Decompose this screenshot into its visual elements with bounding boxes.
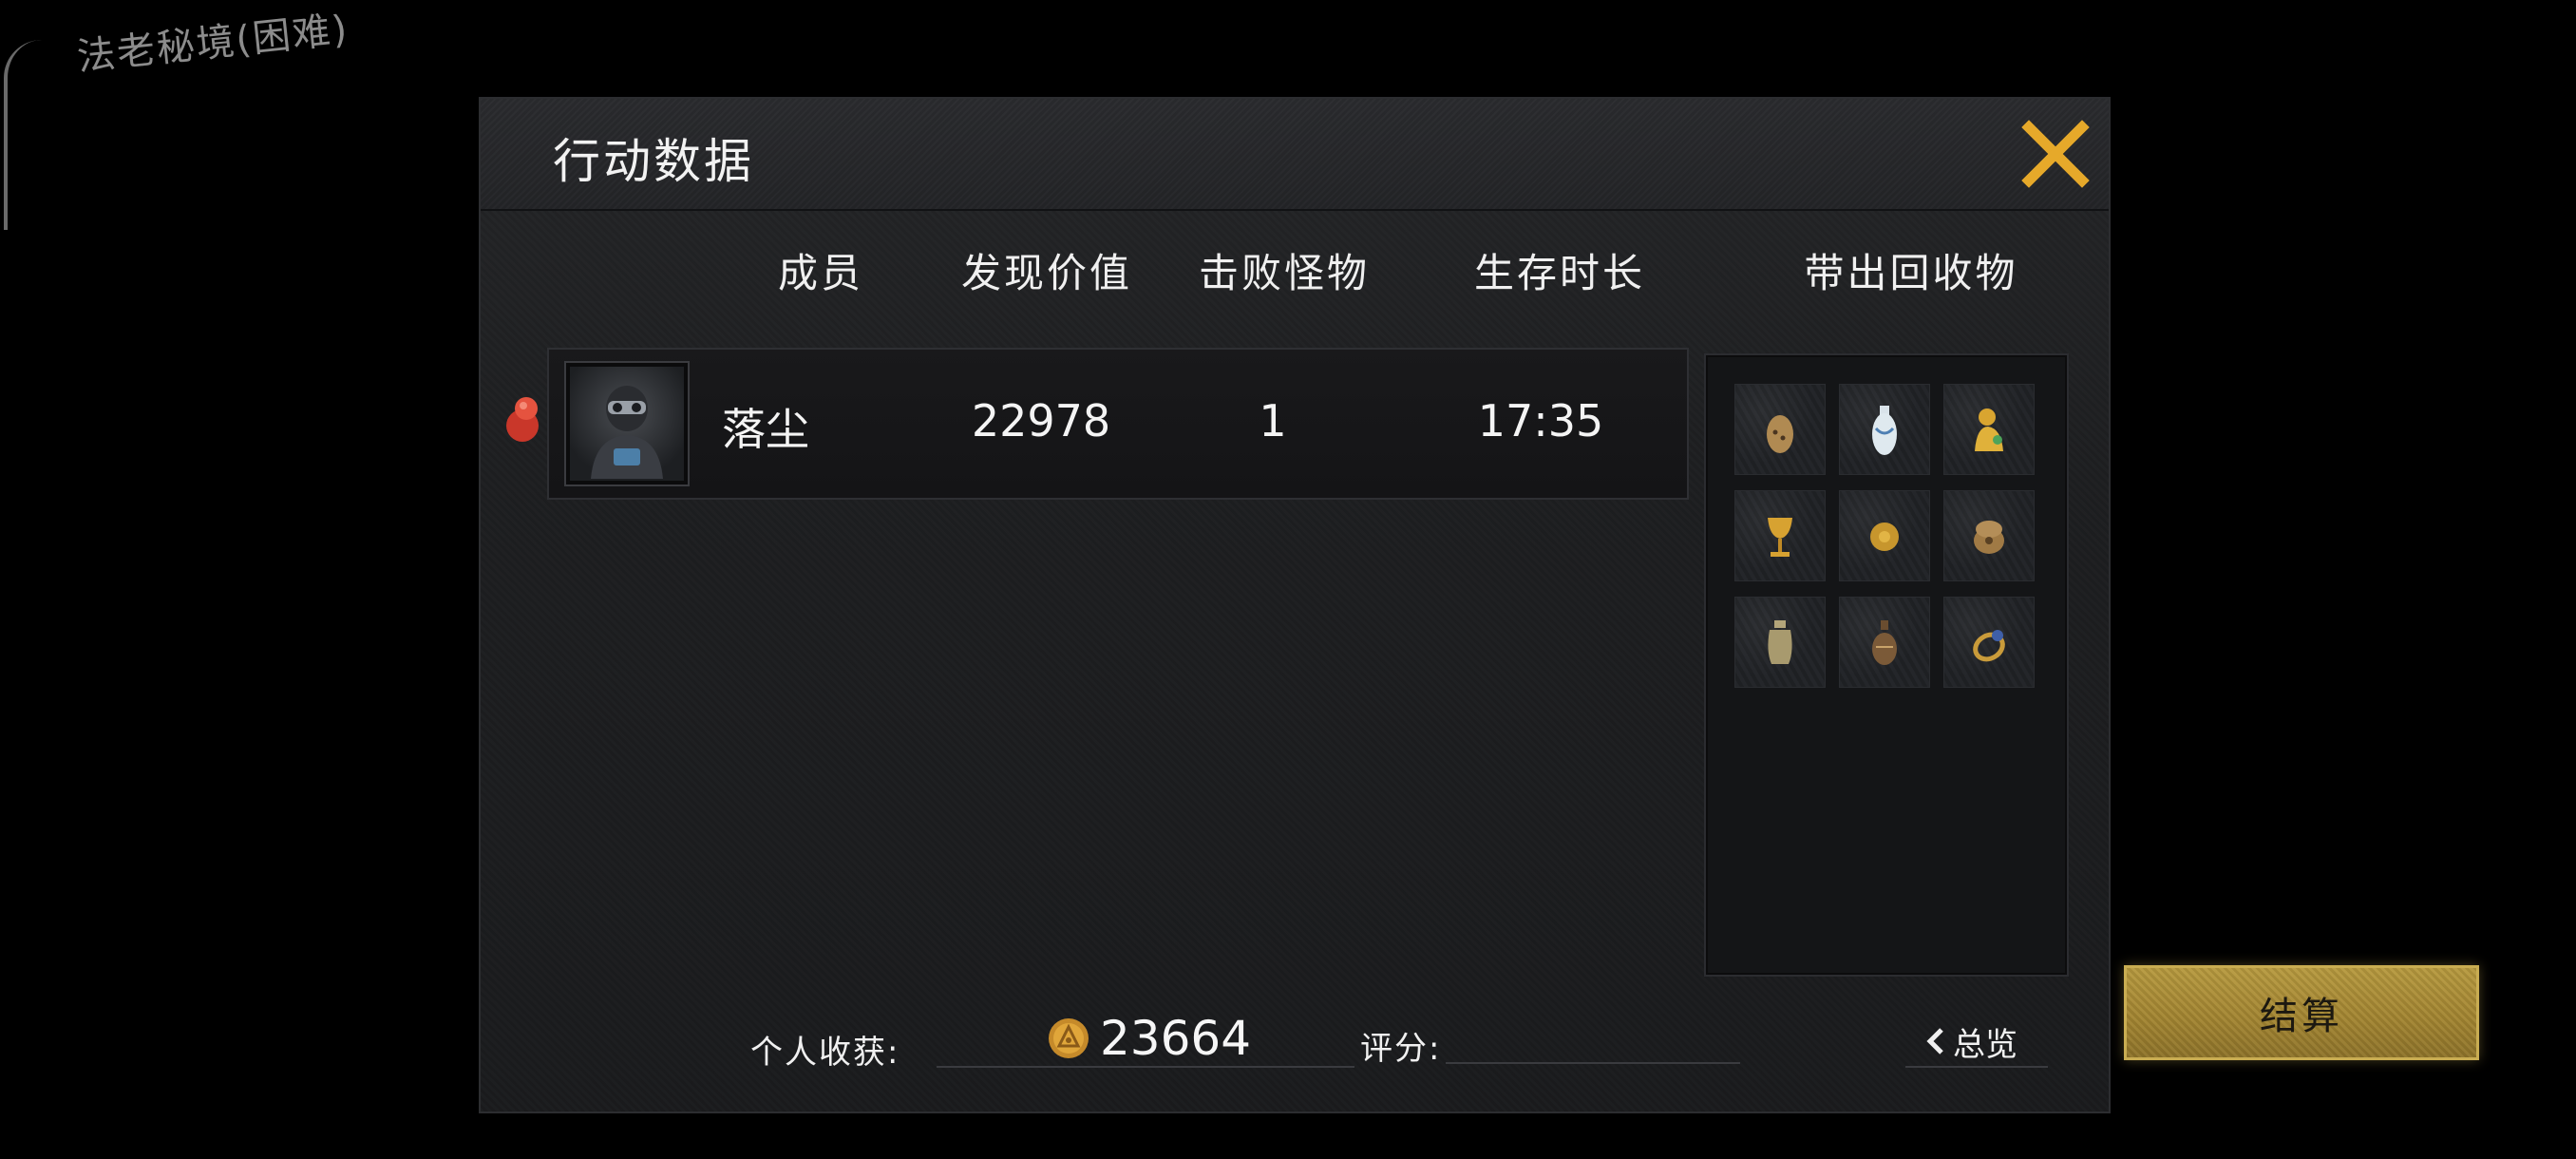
column-header-survival: 生存时长	[1473, 250, 1645, 296]
ocarina-icon	[1767, 415, 1793, 453]
loot-slot[interactable]	[1734, 384, 1826, 475]
golden-goblet-icon	[1768, 518, 1792, 557]
compass-icon	[1974, 521, 2004, 554]
chevron-left-icon	[1926, 1028, 1943, 1054]
panel-header: 行动数据	[481, 99, 2109, 211]
column-header-kills: 击败怪物	[1198, 250, 1370, 296]
porcelain-vase-icon	[1872, 406, 1897, 455]
overview-button[interactable]: 总览	[1924, 1018, 2048, 1064]
column-header-member: 成员	[777, 250, 863, 296]
income-value: 23664	[1100, 1011, 1252, 1066]
overview-label: 总览	[1953, 1025, 2017, 1064]
rating-label: 评分:	[1360, 1030, 1442, 1068]
income-label: 个人收获:	[750, 1034, 900, 1072]
member-survival-time: 17:35	[1477, 395, 1604, 446]
clay-jar-icon	[1768, 620, 1792, 664]
close-icon[interactable]	[2019, 118, 2092, 190]
loot-slot[interactable]	[1943, 490, 2035, 581]
loot-grid	[1734, 384, 2035, 688]
loot-slot[interactable]	[1734, 597, 1826, 688]
settle-label: 结算	[2260, 995, 2343, 1038]
member-kills: 1	[1259, 395, 1287, 446]
golden-figurine-icon	[1975, 408, 2003, 451]
member-name: 落尘	[722, 404, 809, 455]
bronze-flask-icon	[1872, 620, 1897, 665]
rating-underline	[1446, 1062, 1740, 1064]
map-location-label: 法老秘境(困难)	[75, 7, 351, 80]
loot-slot[interactable]	[1839, 384, 1930, 475]
member-value: 22978	[971, 395, 1111, 446]
loot-slot[interactable]	[1839, 597, 1930, 688]
sapphire-ring-icon	[1973, 630, 2005, 662]
action-data-panel: 行动数据 成员 发现价值 击败怪物 生存时长 带出回收物 落尘 22978 1 …	[479, 97, 2111, 1113]
member-avatar[interactable]	[564, 361, 690, 486]
loot-slot[interactable]	[1943, 384, 2035, 475]
column-header-value: 发现价值	[960, 250, 1132, 296]
loot-slot[interactable]	[1839, 490, 1930, 581]
loot-slot[interactable]	[1943, 597, 2035, 688]
loot-slot[interactable]	[1734, 490, 1826, 581]
map-arc-decoration	[4, 40, 42, 230]
settle-button[interactable]: 结算	[2124, 965, 2479, 1060]
loot-panel	[1704, 353, 2069, 977]
pin-icon	[500, 393, 543, 446]
column-header-loot: 带出回收物	[1804, 250, 2018, 296]
coin-icon	[1047, 1016, 1090, 1060]
panel-title: 行动数据	[553, 134, 754, 189]
golden-orb-icon	[1870, 522, 1899, 551]
income-underline	[937, 1066, 1354, 1068]
game-screen: 法老秘境(困难) 行动数据 成员 发现价值 击败怪物 生存时长 带出回收物 落尘…	[0, 0, 2576, 1159]
overview-underline	[1905, 1066, 2048, 1068]
